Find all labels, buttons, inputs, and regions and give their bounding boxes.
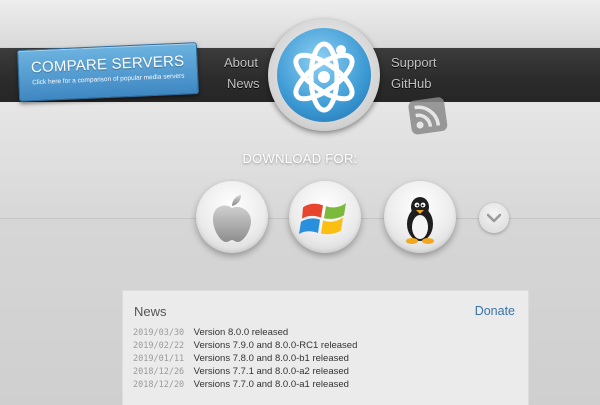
more-platforms-button[interactable]	[479, 203, 509, 233]
news-heading: News	[134, 304, 167, 319]
download-linux-button[interactable]	[384, 181, 456, 253]
news-list: 2019/03/30 Version 8.0.0 released 2019/0…	[133, 326, 357, 391]
news-item: 2019/03/30 Version 8.0.0 released	[133, 326, 357, 339]
news-date: 2018/12/20	[133, 380, 185, 390]
nav-github-link[interactable]: GitHub	[391, 76, 431, 91]
news-item: 2018/12/20 Versions 7.7.0 and 8.0.0-a1 r…	[133, 378, 357, 391]
nav-news-link[interactable]: News	[227, 76, 260, 91]
atom-icon	[277, 28, 371, 122]
tux-icon	[406, 197, 434, 244]
rss-icon[interactable]	[404, 97, 450, 137]
donate-link[interactable]: Donate	[475, 304, 515, 318]
news-item: 2018/12/26 Versions 7.7.1 and 8.0.0-a2 r…	[133, 365, 357, 378]
windows-icon	[299, 203, 346, 235]
nav-about-link[interactable]: About	[224, 55, 258, 70]
compare-servers-button[interactable]: COMPARE SERVERS Click here for a compari…	[16, 42, 200, 102]
news-link[interactable]: Versions 7.7.1 and 8.0.0-a2 released	[194, 366, 349, 377]
news-link[interactable]: Versions 7.8.0 and 8.0.0-b1 released	[194, 353, 349, 364]
news-link[interactable]: Versions 7.7.0 and 8.0.0-a1 released	[194, 379, 349, 390]
news-item: 2019/02/22 Versions 7.9.0 and 8.0.0-RC1 …	[133, 339, 357, 352]
news-panel: News Donate 2019/03/30 Version 8.0.0 rel…	[122, 290, 529, 405]
download-macos-button[interactable]	[196, 181, 268, 253]
apple-icon	[213, 195, 251, 242]
download-for-label: DOWNLOAD FOR:	[242, 151, 358, 166]
news-link[interactable]: Versions 7.9.0 and 8.0.0-RC1 released	[194, 340, 358, 351]
news-link[interactable]: Version 8.0.0 released	[194, 327, 289, 338]
chevron-down-icon	[486, 213, 502, 223]
news-item: 2019/01/11 Versions 7.8.0 and 8.0.0-b1 r…	[133, 352, 357, 365]
ums-logo[interactable]	[268, 19, 380, 131]
nav-support-link[interactable]: Support	[391, 55, 437, 70]
download-windows-button[interactable]	[289, 181, 361, 253]
